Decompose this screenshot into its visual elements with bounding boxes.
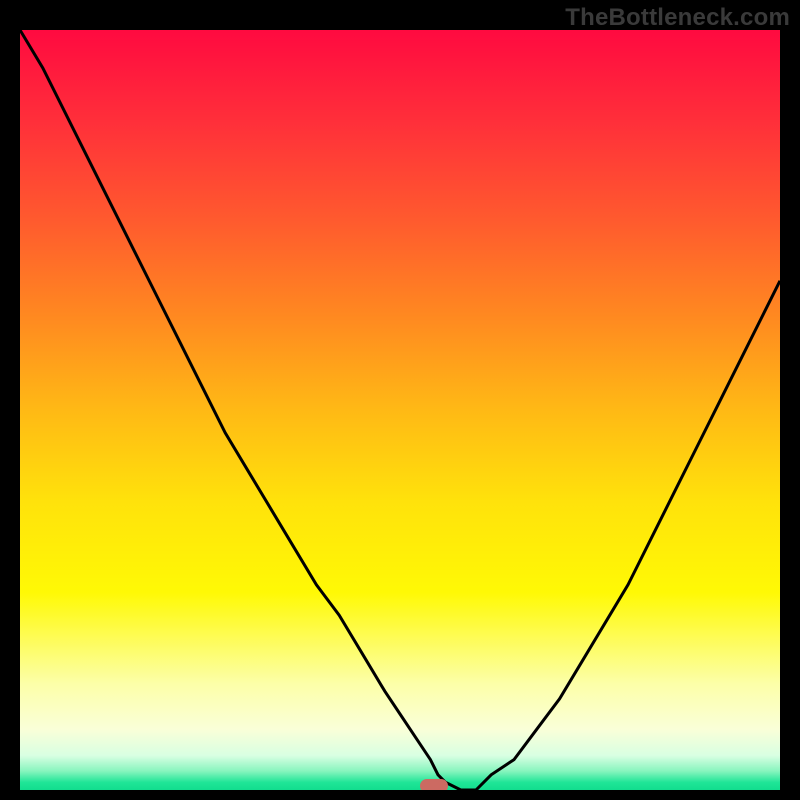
- plot-area: [20, 30, 780, 790]
- watermark-text: TheBottleneck.com: [565, 4, 790, 32]
- chart-frame: TheBottleneck.com: [0, 0, 800, 800]
- bottleneck-curve: [20, 30, 780, 790]
- optimal-marker: [420, 779, 448, 790]
